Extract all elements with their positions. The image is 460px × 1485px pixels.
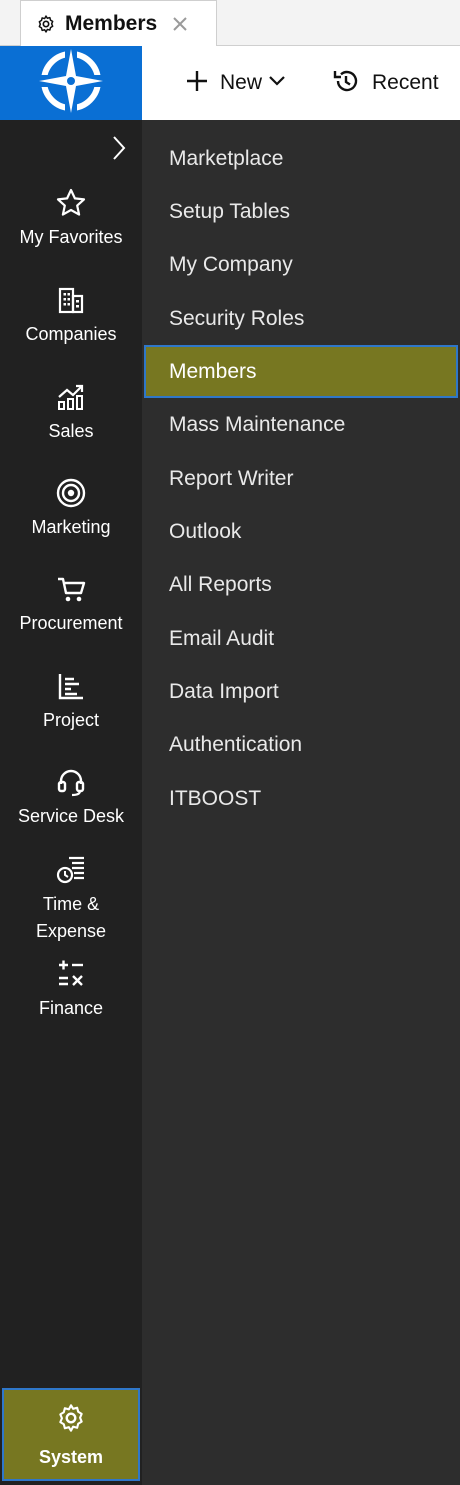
history-icon: [332, 67, 360, 100]
rail-item-procurement[interactable]: Procurement: [0, 572, 142, 637]
rail-item-label: Sales: [48, 421, 94, 441]
chart-icon: [54, 380, 88, 414]
rail-item-label: Finance: [38, 998, 104, 1018]
rail-item-project[interactable]: Project: [0, 669, 142, 734]
gear-icon: [35, 13, 57, 35]
target-icon: [54, 476, 88, 510]
top-toolbar: New Recent: [142, 46, 460, 120]
gear-icon: [55, 1402, 87, 1439]
rail-item-label: Service Desk: [17, 806, 125, 826]
app-logo[interactable]: [0, 46, 142, 120]
rail-item-service-desk[interactable]: Service Desk: [0, 765, 142, 830]
submenu-item-security-roles[interactable]: Security Roles: [142, 292, 460, 345]
tab-label: Members: [65, 12, 158, 35]
time-expense-icon: [54, 853, 88, 887]
project-chart-icon: [54, 669, 88, 703]
rail-item-label: Procurement: [19, 613, 123, 633]
tab-strip: Members: [0, 0, 460, 47]
new-button[interactable]: New: [186, 70, 286, 97]
chevron-right-icon: [112, 135, 126, 166]
rail-item-time-expense[interactable]: Time & Expense: [0, 853, 142, 945]
submenu-item-my-company[interactable]: My Company: [142, 238, 460, 291]
star-icon: [54, 186, 88, 220]
rail-item-label: Marketing: [31, 517, 111, 537]
rail-item-sales[interactable]: Sales: [0, 380, 142, 445]
submenu-item-itboost[interactable]: ITBOOST: [142, 772, 460, 825]
submenu-item-report-writer[interactable]: Report Writer: [142, 452, 460, 505]
submenu-item-marketplace[interactable]: Marketplace: [142, 132, 460, 185]
submenu-item-outlook[interactable]: Outlook: [142, 505, 460, 558]
submenu-item-all-reports[interactable]: All Reports: [142, 558, 460, 611]
expand-rail-button[interactable]: [106, 134, 132, 166]
tab-members[interactable]: Members: [20, 0, 217, 47]
rail-item-label-line2: Expense: [35, 921, 107, 941]
rail-item-system[interactable]: System: [2, 1388, 140, 1481]
submenu-item-authentication[interactable]: Authentication: [142, 718, 460, 771]
submenu-item-setup-tables[interactable]: Setup Tables: [142, 185, 460, 238]
new-label: New: [220, 71, 263, 94]
recent-button[interactable]: Recent: [332, 67, 439, 100]
plus-icon: [186, 70, 208, 97]
headset-icon: [54, 765, 88, 799]
submenu-item-members[interactable]: Members: [144, 345, 458, 398]
system-submenu: Marketplace Setup Tables My Company Secu…: [142, 120, 460, 1485]
building-icon: [54, 283, 88, 317]
close-icon[interactable]: [169, 13, 191, 35]
rail-item-my-favorites[interactable]: My Favorites: [0, 186, 142, 251]
submenu-item-data-import[interactable]: Data Import: [142, 665, 460, 718]
recent-label: Recent: [372, 71, 439, 94]
submenu-item-email-audit[interactable]: Email Audit: [142, 612, 460, 665]
left-nav-rail: My Favorites Companies Sales Marketing P…: [0, 120, 142, 1485]
submenu-item-mass-maintenance[interactable]: Mass Maintenance: [142, 398, 460, 451]
chevron-down-icon: [268, 74, 286, 92]
rail-item-companies[interactable]: Companies: [0, 283, 142, 348]
rail-item-marketing[interactable]: Marketing: [0, 476, 142, 541]
rail-item-finance[interactable]: Finance: [0, 957, 142, 1022]
rail-item-label: Project: [42, 710, 100, 730]
rail-system-label: System: [38, 1446, 104, 1467]
calculator-icon: [54, 957, 88, 991]
rail-item-label-line1: Time &: [42, 894, 100, 914]
rail-item-label: Companies: [25, 324, 117, 344]
cart-icon: [54, 572, 88, 606]
compass-logo-icon: [35, 45, 107, 122]
rail-item-label: My Favorites: [19, 227, 123, 247]
